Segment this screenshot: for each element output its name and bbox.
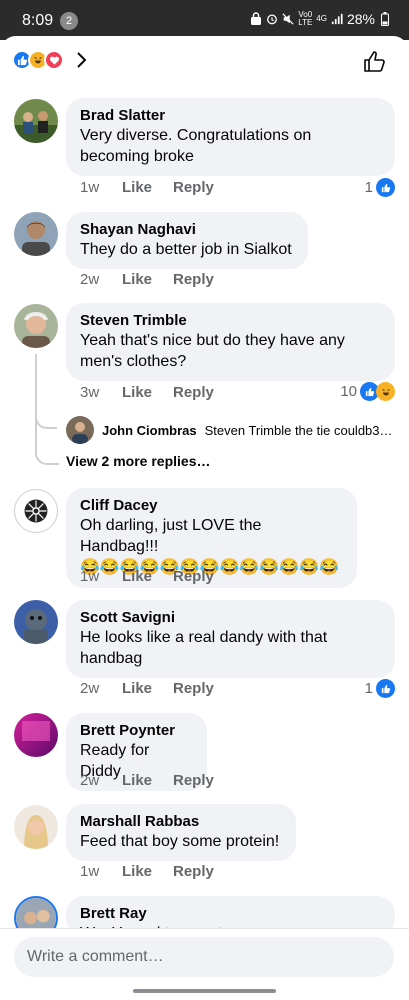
comment-author[interactable]: Cliff Dacey [80,496,343,515]
reply-button[interactable]: Reply [173,680,214,697]
alarm-icon [267,14,278,25]
empire-logo-icon [24,499,48,523]
status-bar: 8:09 2 Vo0 LTE 4G 28% [0,0,409,40]
comment-author[interactable]: Scott Savigni [80,608,381,627]
avatar-scott-savigni[interactable] [14,600,58,644]
comment-bubble[interactable]: Shayan Naghavi They do a better job in S… [66,212,308,269]
comment-actions: 2w Like Reply [80,772,214,789]
comment-text: Feed that boy some protein! [80,833,280,850]
reaction-count: 10 [340,383,357,400]
comment-actions: 1w Like Reply [80,863,214,880]
avatar-shayan-naghavi[interactable] [14,212,58,256]
reaction-count: 1 [364,179,373,196]
network-gen: 4G [316,14,327,23]
comment-author[interactable]: Steven Trimble [80,311,381,330]
haha-reaction-icon [376,382,395,401]
reply-button[interactable]: Reply [173,568,214,585]
comment-actions: 3w Like Reply [80,384,214,401]
reply-snippet: Steven Trimble the tie couldb3… [204,422,393,438]
like-button[interactable]: Like [122,863,173,880]
avatar-john-ciombras[interactable] [66,416,94,444]
reply-author[interactable]: John Ciombras [102,423,197,438]
comment-time: 3w [80,384,100,401]
comment-text: men's clothes? [80,353,187,370]
comment-text: handbag [80,650,143,667]
comment-time: 1w [80,568,100,585]
signal-icon [331,13,343,25]
comment-bubble[interactable]: Steven Trimble Yeah that's nice but do t… [66,303,395,381]
avatar-marshall-rabbas[interactable] [14,805,58,849]
comment-reaction-count[interactable]: 1 [365,679,395,698]
like-button[interactable]: Like [122,179,173,196]
chevron-right-icon[interactable] [76,51,88,69]
status-icons: Vo0 LTE 4G 28% [250,11,391,27]
notification-count-badge: 2 [60,12,78,30]
comment-actions: 2w Like Reply [80,271,214,288]
comment-text: He looks like a real dandy with that [80,629,328,646]
comment-reaction-count[interactable]: 10 [340,382,395,401]
love-reaction-icon [44,50,64,70]
comment-actions: 1w Like Reply [80,568,214,585]
comments-sheet: Brad Slatter Very diverse. Congratulatio… [0,36,409,1000]
reply-button[interactable]: Reply [173,772,214,789]
avatar-brett-poynter[interactable] [14,713,58,757]
comment-reaction-count[interactable]: 1 [365,178,395,197]
reply-button[interactable]: Reply [173,384,214,401]
like-reaction-icon [376,679,395,698]
reply-button[interactable]: Reply [173,271,214,288]
comment-text: Yeah that's nice but do they have any [80,332,345,349]
like-reaction-icon [376,178,395,197]
comment-bubble[interactable]: Marshall Rabbas Feed that boy some prote… [66,804,296,861]
comment-bubble[interactable]: Brad Slatter Very diverse. Congratulatio… [66,98,395,176]
reactions-summary[interactable] [12,50,88,70]
thread-branch [35,434,59,465]
comment-text: Very diverse. Congratulations on [80,127,312,144]
reply-button[interactable]: Reply [173,863,214,880]
comment-author[interactable]: Shayan Naghavi [80,220,294,239]
comment-time: 1w [80,863,100,880]
avatar-steven-trimble[interactable] [14,304,58,348]
reply-preview[interactable]: John Ciombras Steven Trimble the tie cou… [66,416,396,444]
comment-bubble[interactable]: Scott Savigni He looks like a real dandy… [66,600,395,678]
comment-author[interactable]: Brett Poynter [80,721,193,740]
reaction-count: 1 [364,680,373,697]
comment-text: becoming broke [80,148,194,165]
like-button[interactable]: Like [122,772,173,789]
comment-time: 2w [80,680,100,697]
comment-author[interactable]: Marshall Rabbas [80,812,282,831]
like-post-thumb-icon[interactable] [363,50,387,74]
comment-text: They do a better job in Sialkot [80,241,292,258]
gesture-home-bar[interactable] [133,989,276,993]
view-more-replies-link[interactable]: View 2 more replies… [66,453,210,469]
like-button[interactable]: Like [122,384,173,401]
comment-time: 1w [80,179,100,196]
thread-branch [35,402,57,429]
like-button[interactable]: Like [122,271,173,288]
comment-actions: 1w Like Reply [80,179,214,196]
like-button[interactable]: Like [122,680,173,697]
comment-input[interactable] [14,937,394,977]
comment-author[interactable]: Brad Slatter [80,106,381,125]
status-time: 8:09 [22,12,54,29]
reply-button[interactable]: Reply [173,179,214,196]
like-button[interactable]: Like [122,568,173,585]
network-bottom: LTE [298,18,313,27]
network-type: Vo0 LTE [298,11,312,27]
comment-text: Oh darling, just LOVE the Handbag!!! [80,517,262,555]
battery-percent: 28% [346,11,375,27]
comment-actions: 2w Like Reply [80,680,214,697]
comment-time: 2w [80,772,100,789]
comment-time: 2w [80,271,100,288]
lock-icon [251,12,262,25]
mute-icon [282,13,294,25]
battery-icon [381,12,389,26]
comment-author[interactable]: Brett Ray [80,904,381,923]
avatar-cliff-dacey[interactable] [14,489,58,533]
avatar-brad-slatter[interactable] [14,99,58,143]
